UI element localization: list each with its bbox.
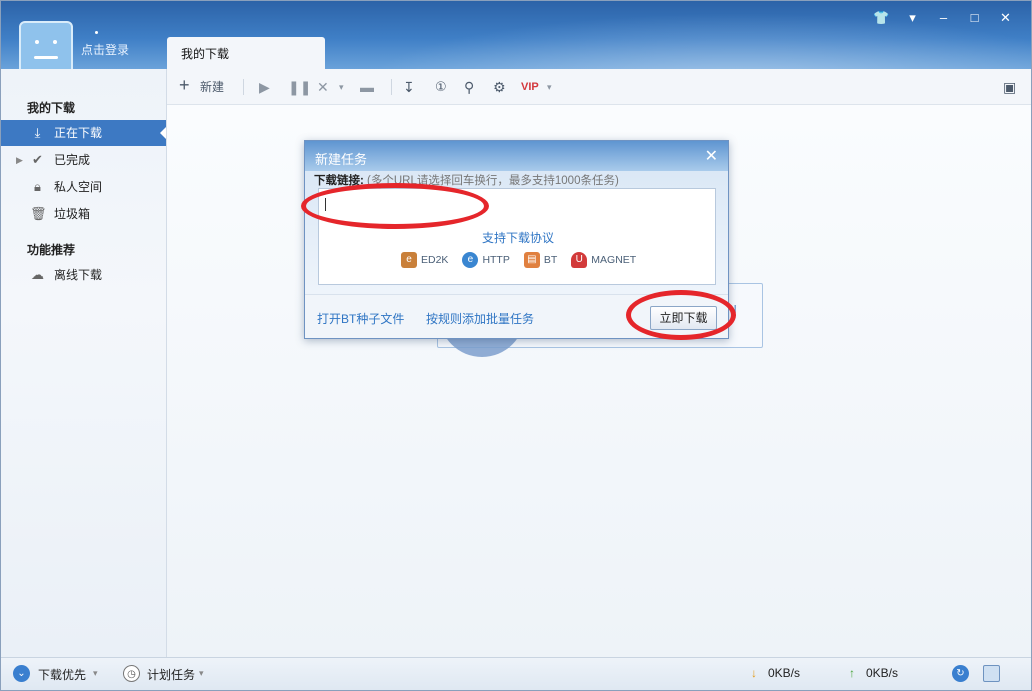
protocol-label: BT [543, 254, 558, 266]
sidebar-item-label: 垃圾箱 [54, 207, 91, 221]
scheduled-tasks-button[interactable]: 计划任务 [147, 666, 195, 683]
window-controls: 👕 ▾ – □ ✕ [866, 7, 1021, 29]
ed2k-icon: e [401, 252, 417, 268]
protocol-label: MAGNET [591, 254, 637, 266]
open-bt-file-link[interactable]: 打开BT种子文件 [317, 310, 404, 327]
trash-icon: 🗑︎ [30, 206, 47, 221]
sidebar-item-completed[interactable]: ▶ ✔ 已完成 [1, 147, 166, 173]
chevron-down-icon[interactable]: ▾ [199, 668, 204, 679]
new-task-button[interactable]: 新建 [200, 77, 224, 97]
plus-icon[interactable]: + [179, 75, 190, 95]
cloud-icon: ☁ [31, 267, 44, 282]
status-bar: ⌄ 下载优先 ▾ ◷ 计划任务 ▾ ↓ 0KB/s ↑ 0KB/s ↻ [1, 657, 1031, 690]
dialog-title-bar: 新建任务 ✕ [305, 141, 728, 171]
status-dot [95, 31, 98, 34]
protocol-bt: ▤ BT [523, 252, 558, 268]
sidebar-item-downloading[interactable]: ⤓ 正在下载 [1, 120, 166, 146]
upload-arrow-icon: ↑ [849, 666, 855, 680]
clock-icon: ◷ [123, 665, 140, 682]
folder-icon[interactable]: ▬ [360, 77, 374, 97]
priority-icon[interactable]: ⌄ [13, 665, 30, 682]
toolbox-icon[interactable]: ▣ [1003, 77, 1016, 97]
sidebar-item-label: 已完成 [54, 153, 91, 167]
annotation-ellipse-button [626, 290, 736, 340]
gear-icon[interactable]: ⚙ [493, 77, 506, 97]
lock-icon: 🔒︎ [34, 179, 41, 194]
sidebar: 我的下载 ⤓ 正在下载 ▶ ✔ 已完成 🔒︎ 私人空间 🗑︎ 垃圾箱 功能推荐 … [1, 69, 167, 657]
title-bar: 点击登录 我的下载 👕 ▾ – □ ✕ [1, 1, 1031, 77]
protocols-title: 支持下载协议 [481, 231, 554, 245]
sort-icon[interactable]: ↧ [403, 77, 415, 97]
dialog-title: 新建任务 [315, 152, 368, 167]
chevron-down-icon[interactable]: ▾ [547, 77, 552, 97]
panel-toggle-icon[interactable] [983, 665, 1000, 682]
expand-arrow-icon[interactable]: ▶ [16, 147, 23, 173]
maximize-icon[interactable]: □ [959, 7, 990, 29]
login-link[interactable]: 点击登录 [81, 41, 129, 58]
app-window: 点击登录 我的下载 👕 ▾ – □ ✕ 我的下载 ⤓ 正在下载 ▶ ✔ 已完成 … [0, 0, 1032, 691]
sidebar-item-label: 离线下载 [54, 268, 103, 282]
download-speed: 0KB/s [768, 666, 801, 680]
sidebar-section-features: 功能推荐 [27, 243, 76, 257]
bt-icon: ▤ [523, 252, 540, 268]
http-icon: e [462, 252, 479, 268]
chevron-down-icon[interactable]: ▾ [93, 668, 98, 679]
protocol-label: HTTP [482, 254, 510, 266]
toolbar: + 新建 ▶ ❚❚ ✕ ▾ ▬ ↧ ① ⚲ ⚙ VIP ▾ ▣ [167, 69, 1031, 105]
sidebar-item-trash[interactable]: 🗑︎ 垃圾箱 [1, 201, 166, 227]
delete-icon[interactable]: ✕ [317, 77, 329, 97]
minimize-icon[interactable]: – [928, 7, 959, 29]
search-icon[interactable]: ⚲ [464, 77, 474, 97]
single-task-icon[interactable]: ① [435, 77, 447, 97]
sidebar-item-label: 私人空间 [54, 180, 103, 194]
protocol-ed2k: e ED2K [401, 252, 448, 268]
play-icon[interactable]: ▶ [259, 77, 270, 97]
annotation-ellipse-url [301, 183, 489, 229]
protocol-http: e HTTP [462, 252, 510, 268]
sidebar-item-label: 正在下载 [54, 126, 103, 140]
close-icon[interactable]: ✕ [990, 7, 1021, 29]
tab-my-downloads[interactable]: 我的下载 [167, 37, 325, 69]
download-icon: ⤓ [34, 125, 41, 140]
sidebar-item-offline-download[interactable]: ☁ 离线下载 [1, 262, 166, 288]
toolbar-divider [243, 79, 244, 95]
check-icon: ✔ [32, 152, 43, 167]
vip-icon[interactable]: VIP [521, 77, 539, 97]
pause-icon[interactable]: ❚❚ [288, 77, 311, 97]
close-icon[interactable]: ✕ [705, 146, 718, 166]
avatar-eye-right [53, 40, 57, 44]
refresh-icon[interactable]: ↻ [952, 665, 969, 682]
batch-add-link[interactable]: 按规则添加批量任务 [426, 310, 534, 327]
protocol-list: e ED2K e HTTP ▤ BT U MAGNET [401, 252, 636, 268]
avatar-mouth [34, 56, 58, 59]
protocol-label: ED2K [421, 254, 449, 266]
upload-speed: 0KB/s [866, 666, 899, 680]
chevron-down-icon[interactable]: ▾ [339, 77, 344, 97]
skin-icon[interactable]: 👕 [866, 7, 897, 29]
avatar-eye-left [35, 40, 39, 44]
download-priority-button[interactable]: 下载优先 [38, 666, 86, 683]
menu-icon[interactable]: ▾ [897, 7, 928, 29]
sidebar-item-private-space[interactable]: 🔒︎ 私人空间 [1, 174, 166, 200]
magnet-icon: U [571, 252, 588, 268]
sidebar-section-my-downloads: 我的下载 [27, 101, 76, 115]
toolbar-divider [391, 79, 392, 95]
download-arrow-icon: ↓ [751, 666, 757, 680]
protocol-magnet: U MAGNET [571, 252, 636, 268]
